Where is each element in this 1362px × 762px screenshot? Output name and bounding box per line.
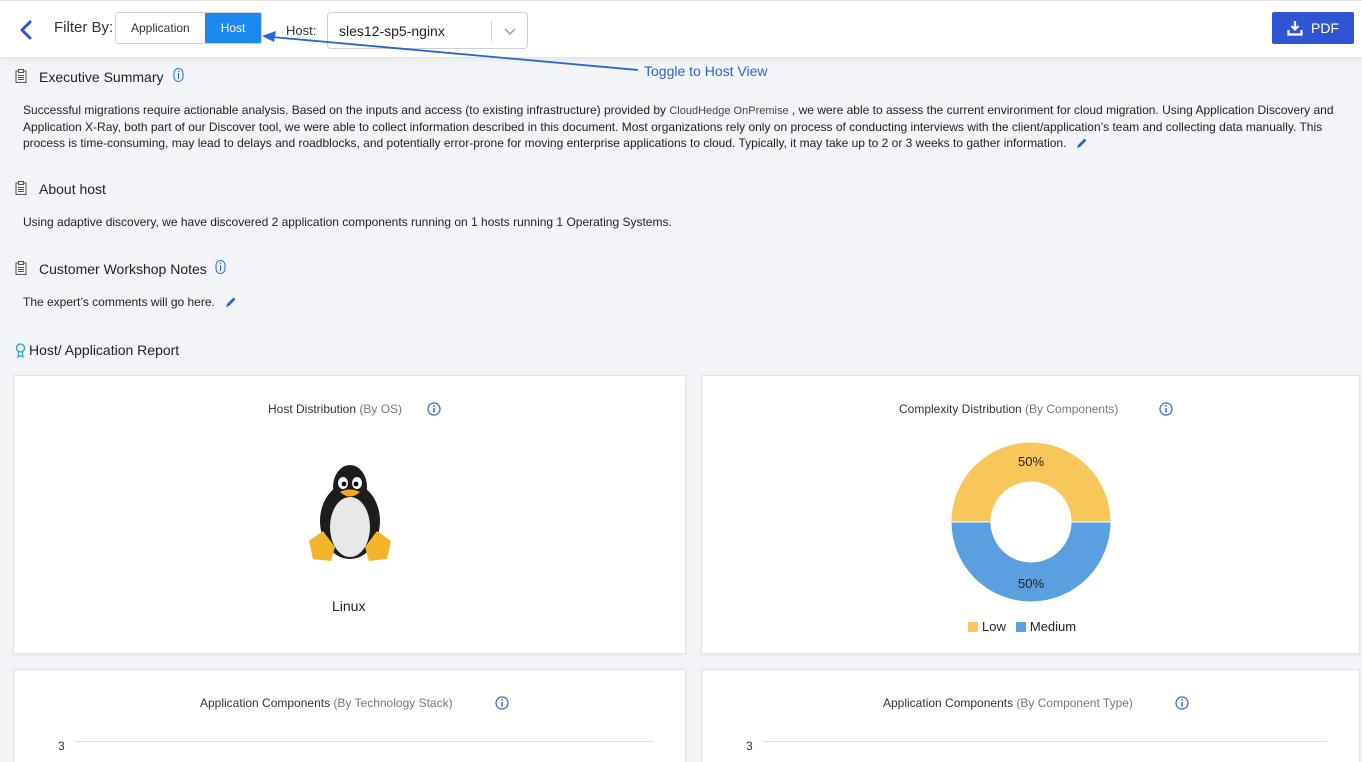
- download-icon: [1287, 21, 1303, 36]
- card-title-main: Application Components: [883, 696, 1014, 710]
- legend-label-low: Low: [982, 619, 1006, 634]
- card-title-main: Application Components: [200, 696, 331, 710]
- clipboard-icon: [15, 261, 27, 275]
- section-title-about-host: About host: [39, 181, 106, 197]
- annotation-text: Toggle to Host View: [644, 63, 768, 79]
- filter-application-button[interactable]: Application: [116, 13, 205, 43]
- gridline: [763, 741, 1327, 742]
- chart-legend: Low Medium: [968, 619, 1076, 634]
- filter-toggle: Application Host: [115, 12, 263, 44]
- top-toolbar: Filter By: Application Host Host: sles12…: [0, 0, 1362, 57]
- host-label: Host:: [286, 23, 317, 38]
- select-divider: [491, 21, 492, 41]
- complexity-donut-chart: 50% 50%: [950, 441, 1112, 603]
- component-type-card: Application Components (By Component Typ…: [701, 669, 1360, 762]
- about-host-text: Using adaptive discovery, we have discov…: [23, 215, 672, 229]
- y-axis-tick: 3: [746, 739, 753, 753]
- donut-label-low: 50%: [1018, 454, 1044, 469]
- card-title-sub: (By OS): [356, 402, 403, 416]
- executive-summary-text: Successful migrations require actionable…: [23, 102, 1343, 151]
- linux-tux-icon: [309, 465, 391, 561]
- summary-text-part1: Successful migrations require actionable…: [23, 103, 670, 117]
- edit-pencil-icon[interactable]: [1076, 137, 1088, 149]
- complexity-distribution-card: Complexity Distribution (By Components) …: [701, 375, 1360, 654]
- tech-stack-card: Application Components (By Technology St…: [13, 669, 686, 762]
- back-arrow-icon[interactable]: [18, 20, 34, 40]
- chevron-down-icon[interactable]: [503, 25, 517, 37]
- brand-name: CloudHedge OnPremise: [669, 105, 789, 117]
- donut-label-medium: 50%: [1018, 576, 1044, 591]
- clipboard-icon: [15, 69, 27, 83]
- clipboard-icon: [15, 181, 27, 195]
- card-title: Host Distribution (By OS): [268, 402, 402, 416]
- filter-host-button[interactable]: Host: [204, 13, 262, 43]
- host-distribution-card: Host Distribution (By OS) Linux: [13, 375, 686, 654]
- workshop-notes-text: The expert’s comments will go here.: [23, 294, 237, 310]
- info-icon[interactable]: [215, 260, 226, 274]
- card-title-main: Complexity Distribution: [899, 402, 1022, 416]
- section-title-report: Host/ Application Report: [29, 342, 180, 358]
- info-circle-icon[interactable]: [1175, 696, 1189, 710]
- card-title: Application Components (By Technology St…: [200, 696, 453, 710]
- info-circle-icon[interactable]: [427, 402, 441, 416]
- card-title-sub: (By Technology Stack): [330, 696, 453, 710]
- legend-label-medium: Medium: [1029, 619, 1077, 634]
- card-title-sub: (By Component Type): [1013, 696, 1133, 710]
- host-select-value: sles12-sp5-nginx: [339, 23, 445, 39]
- legend-swatch-low: [968, 621, 978, 632]
- card-title-main: Host Distribution: [268, 402, 357, 416]
- card-title: Complexity Distribution (By Components): [899, 402, 1118, 416]
- filter-by-label: Filter By:: [54, 19, 114, 36]
- gridline: [75, 741, 654, 742]
- legend-swatch-medium: [1015, 621, 1026, 632]
- y-axis-tick: 3: [58, 739, 65, 753]
- card-title: Application Components (By Component Typ…: [883, 696, 1133, 710]
- section-title-workshop-notes: Customer Workshop Notes: [39, 261, 207, 277]
- download-pdf-button[interactable]: PDF: [1272, 12, 1354, 44]
- host-select[interactable]: sles12-sp5-nginx: [327, 12, 528, 49]
- edit-pencil-icon[interactable]: [225, 296, 237, 308]
- section-title-executive-summary: Executive Summary: [39, 69, 164, 85]
- workshop-notes-content: The expert’s comments will go here.: [23, 295, 215, 309]
- info-circle-icon[interactable]: [1159, 402, 1173, 416]
- card-title-sub: (By Components): [1021, 402, 1119, 416]
- award-ribbon-icon: [15, 343, 26, 358]
- pdf-label: PDF: [1311, 20, 1339, 36]
- os-label: Linux: [332, 598, 366, 614]
- info-icon[interactable]: [173, 68, 184, 82]
- info-circle-icon[interactable]: [495, 696, 509, 710]
